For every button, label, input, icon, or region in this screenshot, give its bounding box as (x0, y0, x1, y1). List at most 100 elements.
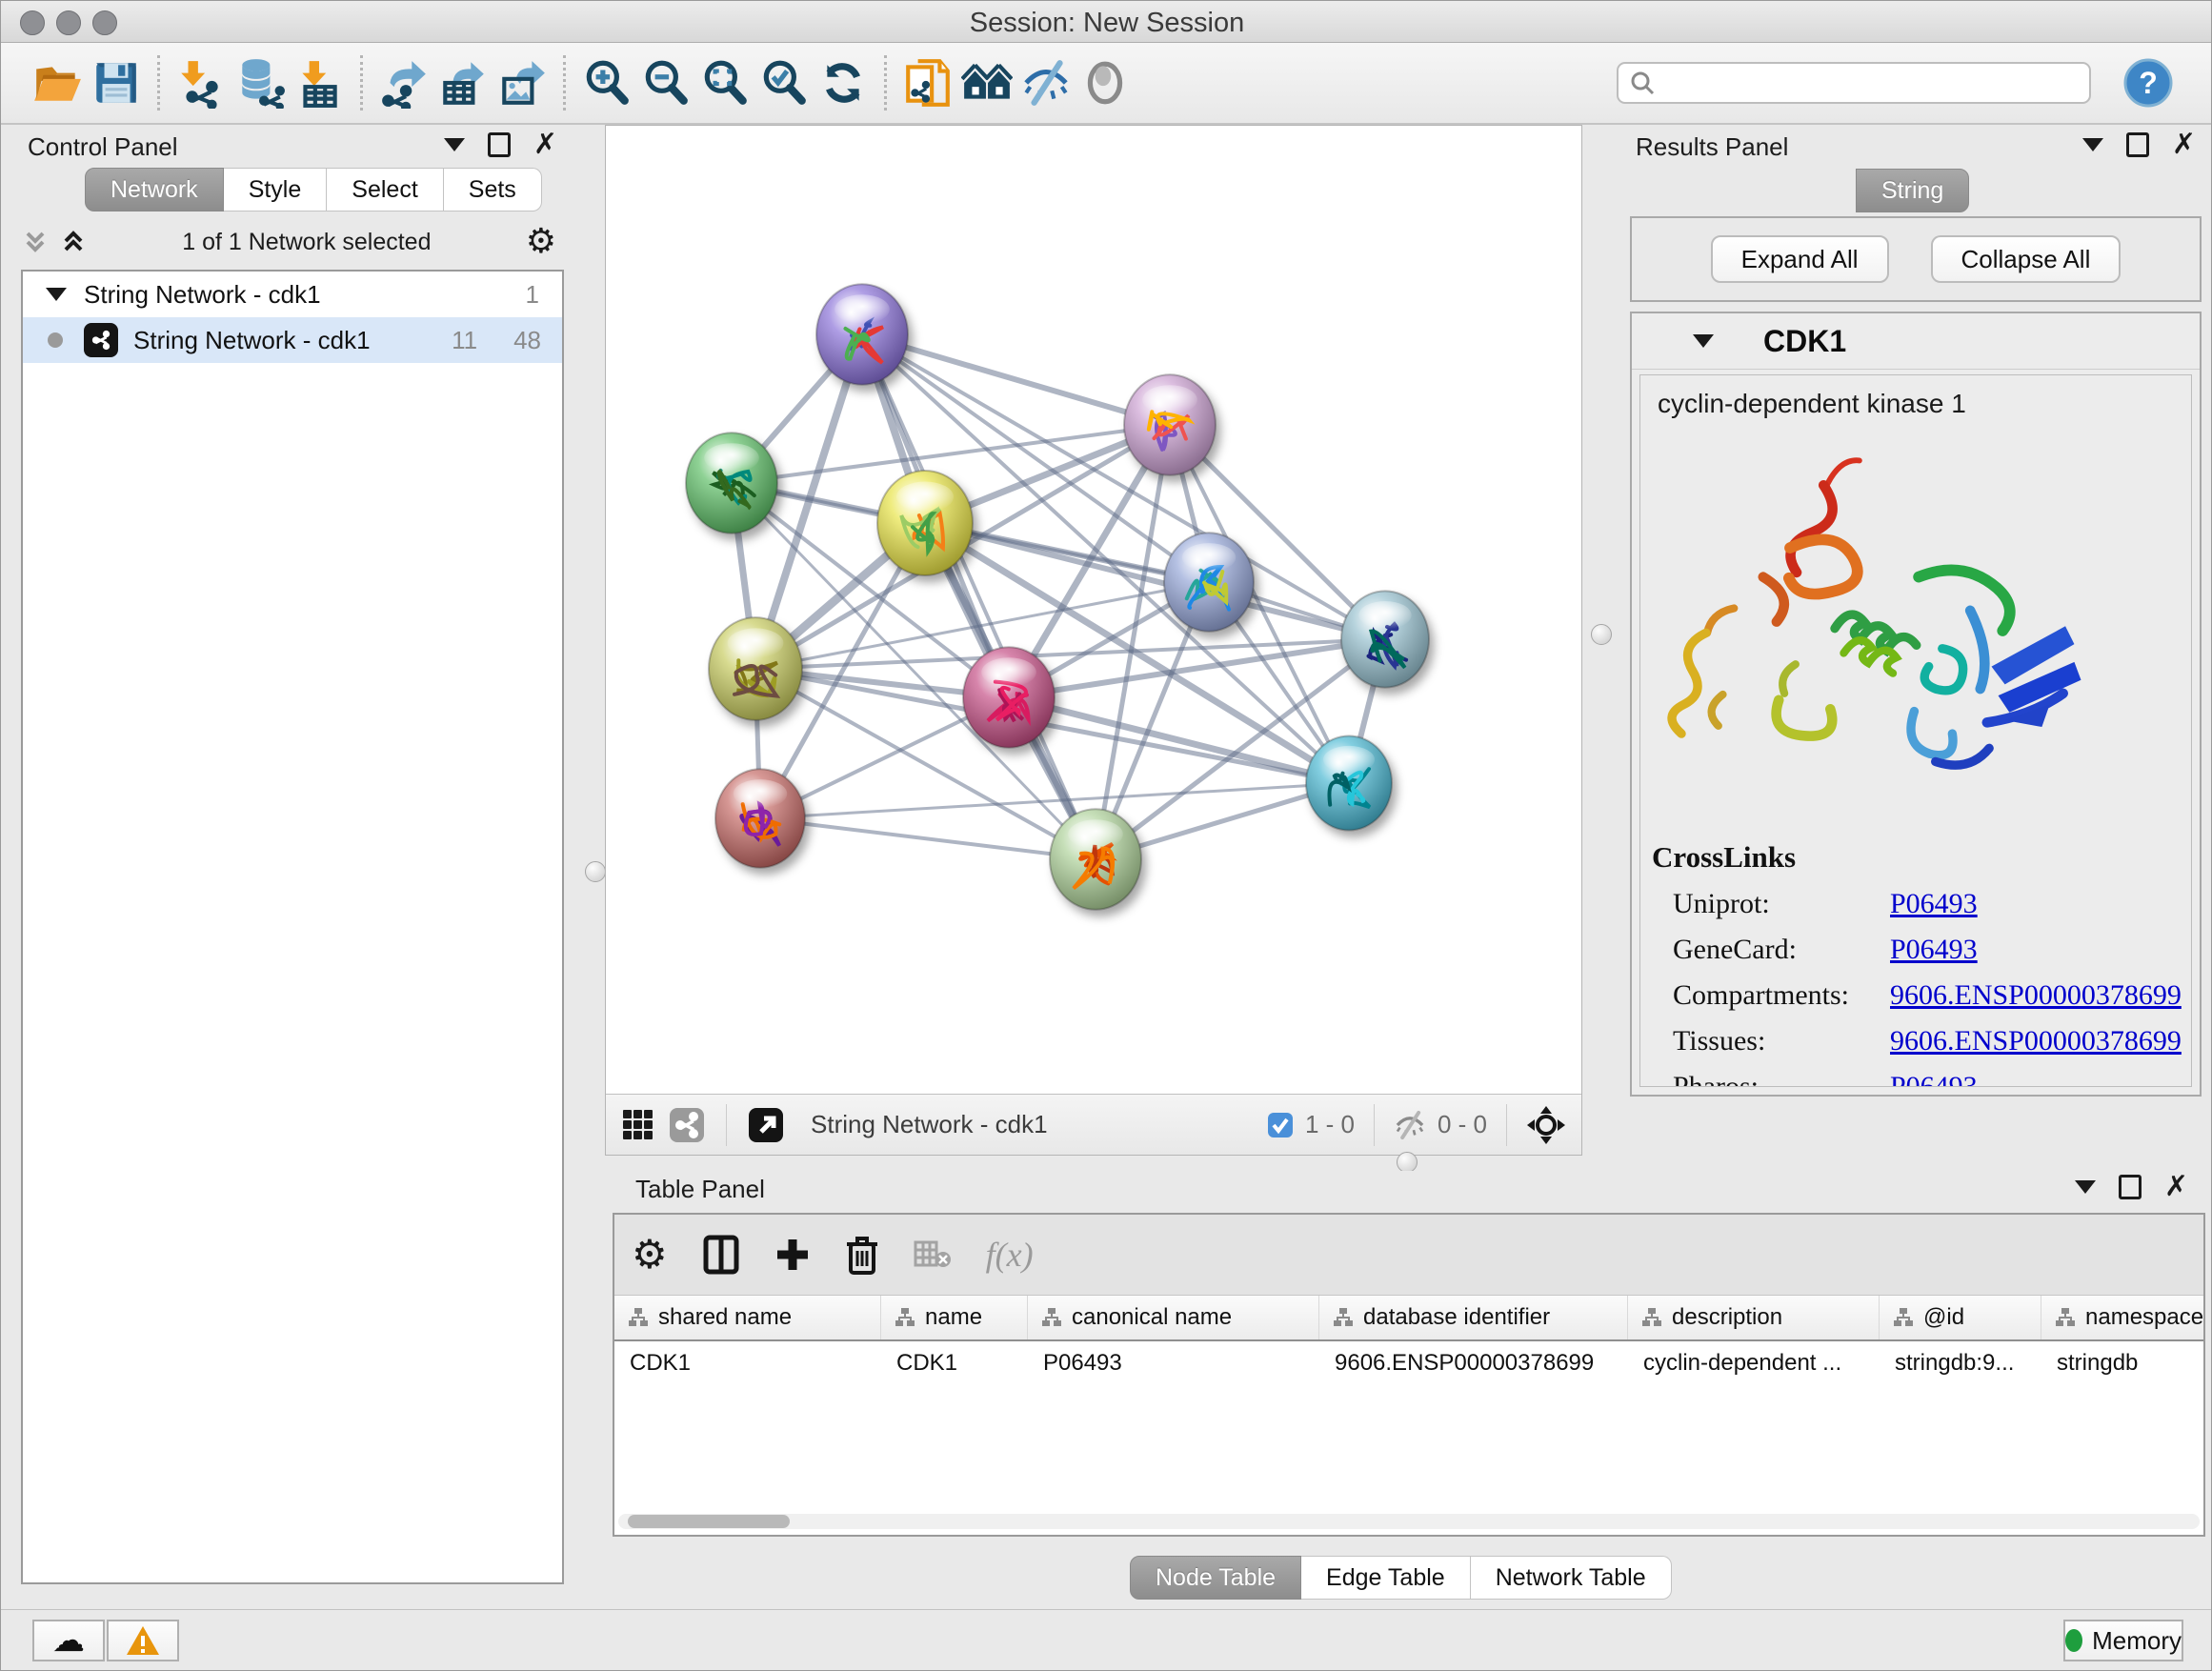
crosslink-uniprot-link[interactable]: P06493 (1890, 888, 1978, 920)
create-column-icon[interactable] (774, 1237, 811, 1273)
splitter-knob[interactable] (1591, 624, 1612, 645)
import-network-database-icon[interactable] (231, 54, 290, 111)
network-node-CCNB2[interactable] (816, 284, 908, 385)
cell-database-identifier[interactable]: 9606.ENSP00000378699 (1319, 1341, 1628, 1385)
network-node-HIST1H1A[interactable] (715, 769, 805, 867)
panel-menu-icon[interactable] (2082, 138, 2103, 151)
export-image-icon[interactable] (493, 54, 552, 111)
column-header-canonical-name[interactable]: canonical name (1028, 1296, 1319, 1339)
zoom-fit-icon[interactable] (695, 54, 754, 111)
search-input[interactable] (1657, 68, 2080, 99)
network-edge-CCNE1-HIST1H1A[interactable] (760, 818, 1096, 859)
expand-all-icon[interactable] (59, 228, 88, 256)
crosslink-genecard-link[interactable]: P06493 (1890, 934, 1978, 966)
column-header-name[interactable]: name (881, 1296, 1028, 1339)
import-network-file-icon[interactable] (171, 54, 231, 111)
graphics-details-icon[interactable] (1076, 54, 1135, 111)
table-row[interactable]: CDK1 CDK1 P06493 9606.ENSP00000378699 cy… (614, 1341, 2203, 1385)
tab-select[interactable]: Select (327, 168, 443, 211)
show-columns-icon[interactable] (702, 1234, 740, 1276)
hidden-eye-slash-icon[interactable] (1394, 1109, 1426, 1141)
network-node-RB1[interactable] (1341, 591, 1429, 687)
network-options-gear-icon[interactable]: ⚙ (526, 225, 556, 259)
column-header-shared-name[interactable]: shared name (614, 1296, 881, 1339)
column-header-id[interactable]: @id (1880, 1296, 2041, 1339)
network-node-CCNB1[interactable] (709, 617, 802, 720)
expand-all-button[interactable]: Expand All (1711, 235, 1889, 283)
detach-view-icon[interactable] (748, 1107, 784, 1143)
cell-id[interactable]: stringdb:9... (1880, 1341, 2041, 1385)
crosslink-tissues-link[interactable]: 9606.ENSP00000378699 (1890, 1025, 2182, 1057)
splitter-knob[interactable] (585, 861, 606, 882)
panel-close-icon[interactable]: ✗ (2172, 135, 2196, 154)
delete-column-icon[interactable] (845, 1235, 879, 1275)
network-node-CCNA2[interactable] (963, 647, 1055, 748)
panel-float-icon[interactable] (2119, 1175, 2142, 1199)
hide-show-icon[interactable] (1016, 54, 1076, 111)
help-icon[interactable]: ? (2123, 58, 2173, 108)
import-table-icon[interactable] (290, 54, 349, 111)
scrollbar-thumb[interactable] (628, 1515, 790, 1528)
collapse-all-icon[interactable] (21, 228, 50, 256)
warnings-button[interactable] (107, 1620, 179, 1661)
column-header-description[interactable]: description (1628, 1296, 1880, 1339)
cell-namespace[interactable]: stringdb (2041, 1341, 2212, 1385)
column-header-database-identifier[interactable]: database identifier (1319, 1296, 1628, 1339)
network-edge-CCNB2-CCNA1[interactable] (862, 334, 1170, 425)
cell-canonical-name[interactable]: P06493 (1028, 1341, 1319, 1385)
panel-float-icon[interactable] (2126, 132, 2149, 157)
network-canvas[interactable]: CCNB2CCNA1CDC25BCDK1CDC6RB1CCNB1CCNA2CDK… (606, 126, 1581, 1094)
zoom-out-icon[interactable] (636, 54, 695, 111)
panel-close-icon[interactable]: ✗ (2164, 1178, 2188, 1197)
export-network-icon[interactable] (374, 54, 433, 111)
splitter-knob[interactable] (1397, 1152, 1418, 1173)
network-node-CDC25B[interactable] (686, 433, 777, 534)
network-node-CCNA1[interactable] (1124, 374, 1216, 475)
network-node-CDK1[interactable] (877, 471, 973, 575)
birdseye-view-icon[interactable] (1526, 1105, 1566, 1145)
network-collection-row[interactable]: String Network - cdk1 1 (23, 272, 562, 317)
cell-name[interactable]: CDK1 (881, 1341, 1028, 1385)
crosslink-pharos-link[interactable]: P06493 (1890, 1071, 1978, 1087)
panel-menu-icon[interactable] (2075, 1180, 2096, 1194)
cell-description[interactable]: cyclin-dependent ... (1628, 1341, 1880, 1385)
collapse-all-button[interactable]: Collapse All (1931, 235, 2122, 283)
table-panel-splitter[interactable] (605, 1156, 2212, 1171)
control-panel-splitter[interactable] (586, 125, 605, 1609)
selected-checkbox-icon[interactable] (1267, 1112, 1294, 1138)
cloud-status-button[interactable]: ☁ (32, 1620, 105, 1661)
network-row-selected[interactable]: String Network - cdk1 11 48 (23, 317, 562, 363)
table-horizontal-scrollbar[interactable] (618, 1514, 2200, 1529)
column-header-namespace[interactable]: namespace (2041, 1296, 2212, 1339)
refresh-view-icon[interactable] (814, 54, 873, 111)
tab-edge-table[interactable]: Edge Table (1301, 1556, 1471, 1600)
gene-collapse-icon[interactable] (1693, 334, 1714, 348)
tab-string[interactable]: String (1856, 169, 1969, 212)
open-session-icon[interactable] (28, 54, 87, 111)
network-node-CDKN1A[interactable] (1306, 736, 1392, 831)
zoom-selected-icon[interactable] (754, 54, 814, 111)
panel-float-icon[interactable] (488, 132, 511, 157)
table-options-gear-icon[interactable]: ⚙ (632, 1238, 668, 1272)
results-panel-splitter[interactable] (1582, 125, 1620, 1156)
export-table-icon[interactable] (433, 54, 493, 111)
network-view-mode-icon[interactable] (669, 1107, 705, 1143)
string-home-icon[interactable] (957, 54, 1016, 111)
tab-network-table[interactable]: Network Table (1471, 1556, 1672, 1600)
crosslink-compartments-link[interactable]: 9606.ENSP00000378699 (1890, 979, 2182, 1012)
panel-menu-icon[interactable] (444, 138, 465, 151)
network-edge-CCNB2-CCNE1[interactable] (862, 334, 1096, 859)
memory-button[interactable]: Memory (2063, 1620, 2183, 1661)
cell-shared-name[interactable]: CDK1 (614, 1341, 881, 1385)
string-import-icon[interactable] (898, 54, 957, 111)
gene-header-row[interactable]: CDK1 (1632, 313, 2200, 370)
collection-expand-icon[interactable] (46, 288, 67, 301)
grid-view-icon[interactable] (621, 1108, 655, 1142)
network-node-CDC6[interactable] (1164, 533, 1254, 631)
tab-sets[interactable]: Sets (444, 168, 542, 211)
save-session-icon[interactable] (87, 54, 146, 111)
zoom-in-icon[interactable] (577, 54, 636, 111)
tab-node-table[interactable]: Node Table (1130, 1556, 1301, 1600)
panel-close-icon[interactable]: ✗ (533, 135, 557, 154)
network-node-CCNE1[interactable] (1050, 809, 1141, 910)
